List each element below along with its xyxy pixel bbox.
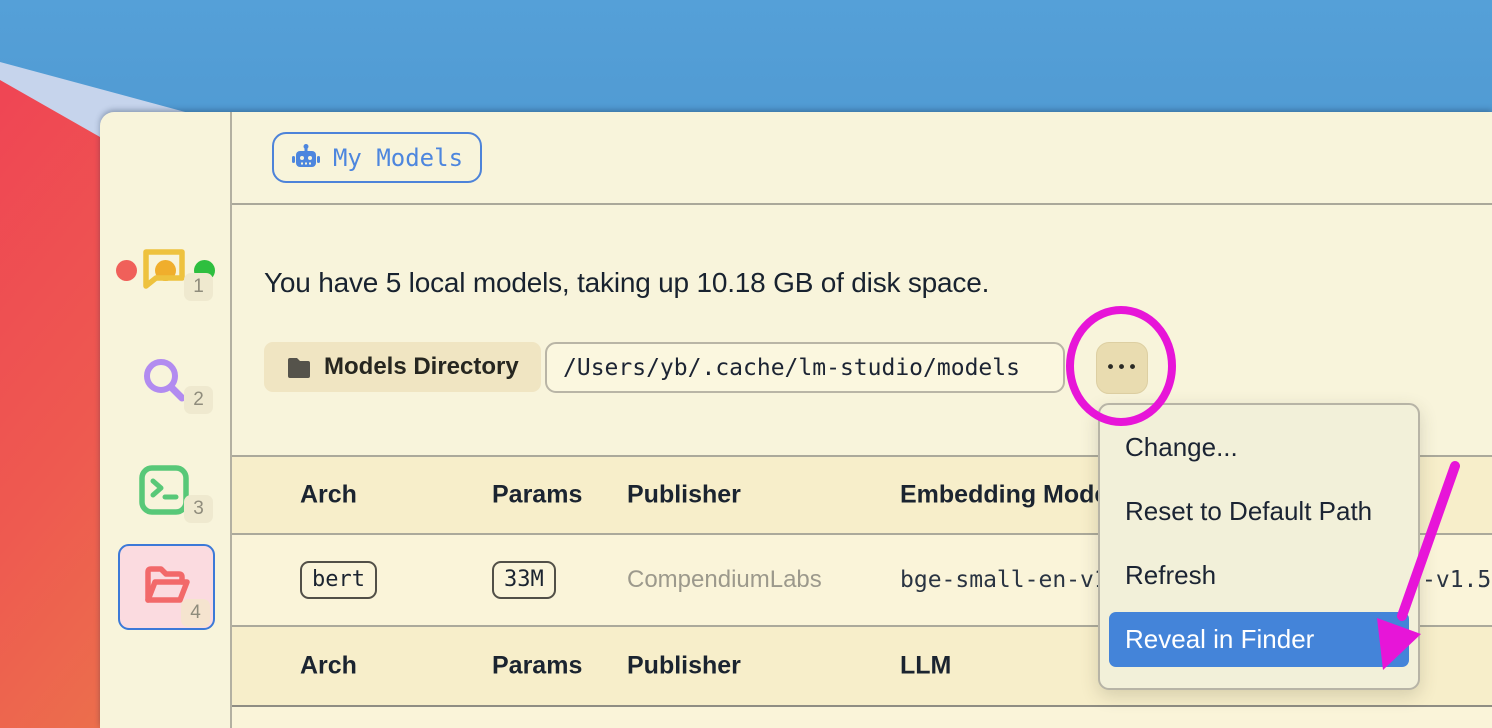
models-directory-button[interactable]: Models Directory — [264, 342, 541, 392]
arch-badge: bert — [300, 561, 377, 599]
chat-badge: 1 — [184, 273, 213, 301]
menu-item-reveal-in-finder[interactable]: Reveal in Finder — [1109, 612, 1409, 667]
menu-item-reset-default-path[interactable]: Reset to Default Path — [1109, 479, 1409, 543]
menu-item-refresh[interactable]: Refresh — [1109, 543, 1409, 607]
col-header-publisher: Publisher — [627, 481, 741, 510]
col-header-publisher: Publisher — [627, 652, 741, 681]
close-window-button[interactable] — [116, 260, 137, 281]
col-header-arch: Arch — [300, 481, 357, 510]
sidebar: 1 2 3 4 — [100, 112, 232, 728]
col-header-arch: Arch — [300, 652, 357, 681]
terminal-badge: 3 — [184, 495, 213, 523]
search-icon — [138, 355, 190, 407]
menu-item-change[interactable]: Change... — [1109, 415, 1409, 479]
sidebar-item-my-models[interactable]: 4 — [118, 544, 215, 630]
publisher-text: CompendiumLabs — [627, 566, 822, 594]
robot-icon — [291, 143, 321, 173]
terminal-icon — [138, 464, 190, 516]
models-directory-label: Models Directory — [324, 353, 519, 381]
col-header-params: Params — [492, 652, 582, 681]
directory-context-menu: Change... Reset to Default Path Refresh … — [1098, 403, 1420, 690]
col-header-params: Params — [492, 481, 582, 510]
next-row-partial — [232, 705, 1492, 728]
more-options-button[interactable]: ••• — [1096, 342, 1148, 394]
models-directory-path-input[interactable] — [545, 342, 1065, 393]
top-bar: My Models — [232, 112, 1492, 205]
params-badge: 33M — [492, 561, 556, 599]
search-badge: 2 — [184, 386, 213, 414]
my-models-badge: 4 — [181, 599, 210, 627]
model-name-fragment: -v1.5 — [1422, 567, 1491, 593]
folder-small-icon — [286, 354, 312, 380]
tab-my-models[interactable]: My Models — [272, 132, 482, 183]
col-header-llm: LLM — [900, 652, 951, 681]
col-header-embedding-model: Embedding Model — [900, 481, 1115, 510]
chat-icon — [138, 242, 190, 294]
models-summary-text: You have 5 local models, taking up 10.18… — [264, 267, 989, 299]
tab-my-models-label: My Models — [333, 144, 463, 172]
